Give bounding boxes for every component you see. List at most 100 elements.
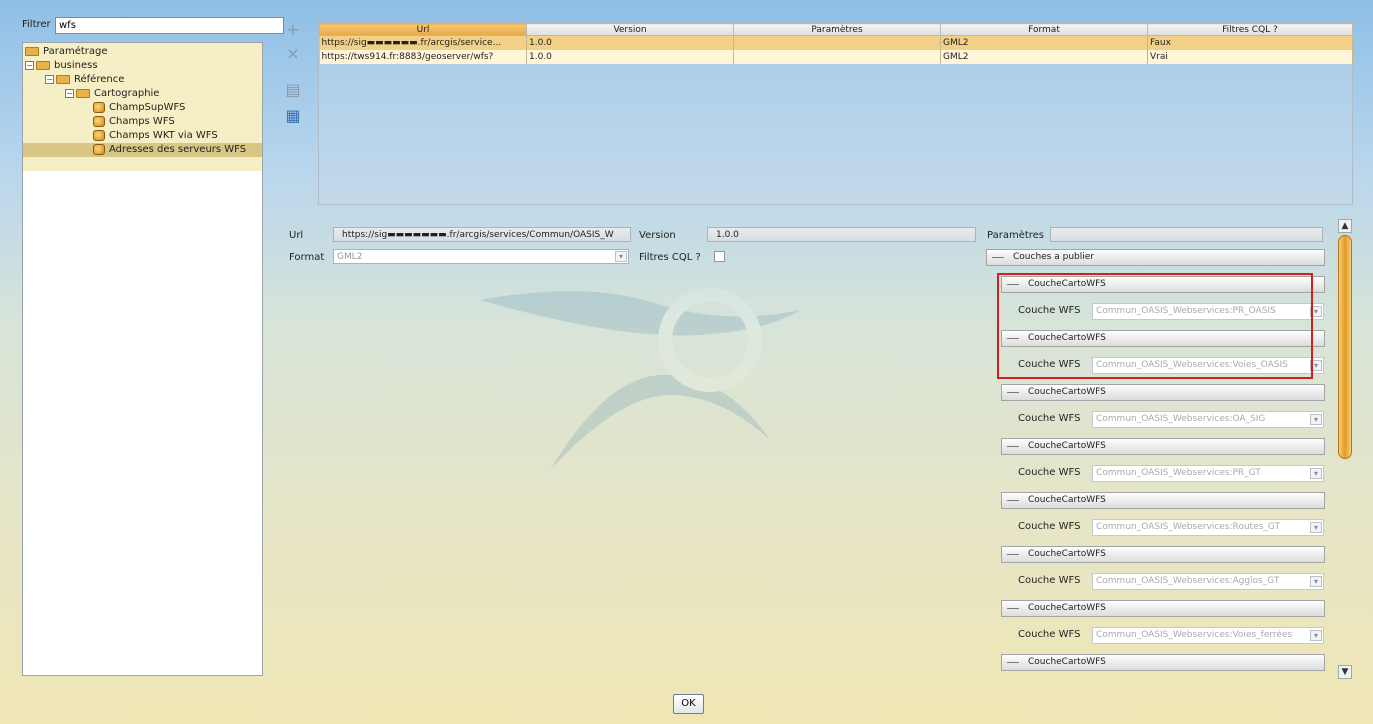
cell-cql[interactable]: Faux bbox=[1147, 35, 1353, 50]
couche-header[interactable]: CoucheCartoWFS bbox=[1001, 384, 1325, 401]
cell-version[interactable]: 1.0.0 bbox=[526, 50, 734, 64]
couche-header[interactable]: CoucheCartoWFS bbox=[1001, 600, 1325, 617]
column-header-parametres[interactable]: Paramètres bbox=[733, 23, 941, 36]
couche-select[interactable]: Commun_OASIS_Webservices:Voies_ferrées ▾ bbox=[1092, 627, 1324, 644]
parametres-field[interactable] bbox=[1050, 227, 1323, 242]
chevron-down-icon[interactable]: ▾ bbox=[1310, 414, 1322, 425]
folder-icon bbox=[56, 74, 70, 84]
tree-panel: Paramétrage − business − Référence − Cartograp… bbox=[22, 42, 263, 676]
couche-select[interactable]: Commun_OASIS_Webservices:Routes_GT ▾ bbox=[1092, 519, 1324, 536]
paste-icon[interactable]: ▦ bbox=[285, 108, 301, 124]
cell-format[interactable]: GML2 bbox=[940, 50, 1148, 64]
couche-value: Commun_OASIS_Webservices:Agglos_GT bbox=[1096, 576, 1280, 586]
cell-version[interactable]: 1.0.0 bbox=[526, 35, 734, 50]
servers-grid: Url Version Paramètres Format Filtres CQ… bbox=[319, 23, 1353, 64]
couche-header[interactable]: CoucheCartoWFS bbox=[1001, 492, 1325, 509]
format-select[interactable]: GML2 ▾ bbox=[333, 249, 629, 264]
couche-row: Couche WFS Commun_OASIS_Webservices:Voies… bbox=[1018, 627, 1328, 644]
folder-icon bbox=[76, 88, 90, 98]
couche-title: CoucheCartoWFS bbox=[1028, 441, 1106, 451]
filter-input[interactable] bbox=[55, 17, 284, 34]
servers-table: Url Version Paramètres Format Filtres CQ… bbox=[318, 22, 1353, 205]
scroll-down-icon[interactable]: ▼ bbox=[1338, 665, 1352, 679]
url-field[interactable]: https://sig▬▬▬▬▬▬▬.fr/arcgis/services/Co… bbox=[333, 227, 631, 242]
couche-select[interactable]: Commun_OASIS_Webservices:OA_SIG ▾ bbox=[1092, 411, 1324, 428]
tree-item[interactable]: Adresses des serveurs WFS bbox=[23, 143, 262, 157]
chevron-down-icon[interactable]: ▾ bbox=[1310, 468, 1322, 479]
section-couches-header[interactable]: Couches a publier bbox=[986, 249, 1325, 266]
table-row[interactable]: https://tws914.fr:8883/geoserver/wfs? 1.… bbox=[319, 50, 1353, 64]
tree-item[interactable]: Paramétrage bbox=[25, 45, 108, 59]
tree-item-label: Adresses des serveurs WFS bbox=[109, 144, 247, 155]
column-header-version[interactable]: Version bbox=[526, 23, 734, 36]
tree-item[interactable]: Champs WKT via WFS bbox=[93, 129, 218, 143]
tree-item[interactable]: ChampSupWFS bbox=[93, 101, 185, 115]
tree-item[interactable]: − Référence bbox=[45, 73, 124, 87]
collapse-icon[interactable]: − bbox=[25, 60, 34, 70]
collapse-icon[interactable] bbox=[992, 257, 1004, 258]
url-label: Url bbox=[289, 230, 304, 241]
parametres-label: Paramètres bbox=[987, 230, 1045, 241]
cell-cql[interactable]: Vrai bbox=[1147, 50, 1353, 64]
couche-value: Commun_OASIS_Webservices:Voies_ferrées bbox=[1096, 630, 1293, 640]
couche-value: Commun_OASIS_Webservices:Routes_GT bbox=[1096, 522, 1280, 532]
filter-row: Filtrer bbox=[22, 17, 284, 34]
couche-header[interactable]: CoucheCartoWFS bbox=[1001, 546, 1325, 563]
collapse-icon[interactable] bbox=[1007, 608, 1019, 609]
tree-item-label: business bbox=[54, 60, 98, 71]
tree-item[interactable]: Champs WFS bbox=[93, 115, 175, 129]
cql-checkbox[interactable] bbox=[714, 251, 725, 262]
ok-button[interactable]: OK bbox=[673, 694, 704, 714]
collapse-icon[interactable] bbox=[1007, 500, 1019, 501]
couche-select[interactable]: Commun_OASIS_Webservices:PR_GT ▾ bbox=[1092, 465, 1324, 482]
column-header-url[interactable]: Url bbox=[319, 23, 527, 36]
couche-header[interactable]: CoucheCartoWFS bbox=[1001, 654, 1325, 671]
couche-title: CoucheCartoWFS bbox=[1028, 657, 1106, 667]
couche-label: Couche WFS bbox=[1018, 629, 1081, 640]
cell-url[interactable]: https://tws914.fr:8883/geoserver/wfs? bbox=[319, 50, 527, 64]
add-icon[interactable]: + bbox=[285, 22, 301, 38]
chevron-down-icon[interactable]: ▾ bbox=[1310, 576, 1322, 587]
collapse-icon[interactable]: − bbox=[65, 88, 74, 98]
tree-item-label: Champs WKT via WFS bbox=[109, 130, 218, 141]
couche-header[interactable]: CoucheCartoWFS bbox=[1001, 438, 1325, 455]
cell-parametres[interactable] bbox=[733, 50, 941, 64]
version-label: Version bbox=[639, 230, 676, 241]
chevron-down-icon[interactable]: ▾ bbox=[615, 251, 627, 262]
tree-item[interactable]: − business bbox=[25, 59, 98, 73]
tree-item-label: Paramétrage bbox=[43, 46, 108, 57]
tree-item[interactable]: − Cartographie bbox=[65, 87, 159, 101]
watermark-logo-icon bbox=[480, 288, 800, 470]
filter-label: Filtrer bbox=[22, 19, 51, 30]
cell-url[interactable]: https://sig▬▬▬▬▬▬.fr/arcgis/service... bbox=[319, 35, 527, 50]
leaf-icon bbox=[93, 115, 105, 127]
collapse-icon[interactable] bbox=[1007, 392, 1019, 393]
cell-parametres[interactable] bbox=[733, 35, 941, 50]
couche-row: Couche WFS Commun_OASIS_Webservices:Agglo… bbox=[1018, 573, 1328, 590]
layers-scrollbar[interactable]: ▲ ▼ bbox=[1337, 219, 1354, 680]
delete-icon[interactable]: × bbox=[285, 46, 301, 62]
leaf-icon bbox=[93, 129, 105, 141]
cell-format[interactable]: GML2 bbox=[940, 35, 1148, 50]
collapse-icon[interactable]: − bbox=[45, 74, 54, 84]
table-row[interactable]: https://sig▬▬▬▬▬▬.fr/arcgis/service... 1… bbox=[319, 35, 1353, 50]
collapse-icon[interactable] bbox=[1007, 446, 1019, 447]
column-header-cql[interactable]: Filtres CQL ? bbox=[1147, 23, 1353, 36]
scroll-up-icon[interactable]: ▲ bbox=[1338, 219, 1352, 233]
scroll-track[interactable] bbox=[1338, 235, 1352, 663]
couche-select[interactable]: Commun_OASIS_Webservices:Agglos_GT ▾ bbox=[1092, 573, 1324, 590]
format-label: Format bbox=[289, 252, 325, 263]
copy-icon[interactable]: ▤ bbox=[285, 82, 301, 98]
highlight-box bbox=[997, 273, 1313, 379]
couche-title: CoucheCartoWFS bbox=[1028, 495, 1106, 505]
collapse-icon[interactable] bbox=[1007, 554, 1019, 555]
scroll-thumb[interactable] bbox=[1338, 235, 1352, 459]
tree-item-label: Cartographie bbox=[94, 88, 160, 99]
version-field[interactable]: 1.0.0 bbox=[707, 227, 976, 242]
chevron-down-icon[interactable]: ▾ bbox=[1310, 630, 1322, 641]
chevron-down-icon[interactable]: ▾ bbox=[1310, 522, 1322, 533]
format-value: GML2 bbox=[337, 252, 363, 262]
couche-value: Commun_OASIS_Webservices:PR_GT bbox=[1096, 468, 1261, 478]
collapse-icon[interactable] bbox=[1007, 662, 1019, 663]
column-header-format[interactable]: Format bbox=[940, 23, 1148, 36]
